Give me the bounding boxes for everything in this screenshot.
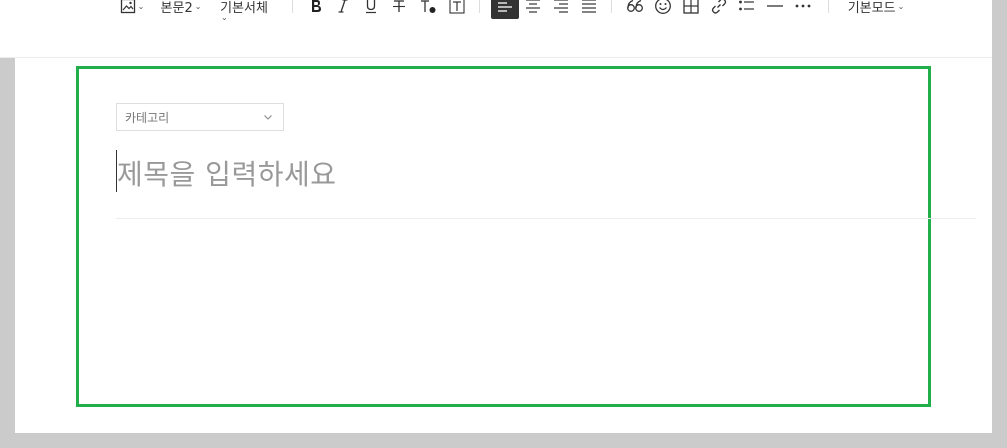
chevron-down-icon: ⌄ [221,13,228,22]
align-justify-icon [582,0,596,13]
table-icon [683,0,699,14]
toolbar-divider [611,0,612,13]
align-justify-button[interactable] [578,0,600,17]
bold-icon [312,0,321,12]
italic-button[interactable] [333,0,353,17]
emoji-icon [655,0,671,14]
editor-mode-label: 기본모드 [847,0,896,16]
chevron-down-icon: ⌄ [137,1,145,11]
editor-mode-select[interactable]: 기본모드 ⌄ [845,0,907,17]
text-color-button[interactable] [417,0,439,17]
paragraph-style-select[interactable]: 본문2 ⌄ [158,0,204,17]
strikethrough-button[interactable] [389,0,409,17]
strikethrough-icon [393,0,405,12]
underline-button[interactable] [361,0,381,17]
list-icon [739,0,754,11]
align-right-button[interactable] [550,0,572,17]
align-right-icon [554,0,568,13]
more-button[interactable] [792,0,814,17]
chevron-down-icon: ⌄ [897,1,905,11]
link-button[interactable] [708,0,730,17]
italic-icon [338,0,348,13]
paragraph-style-label: 본문2 [160,0,193,16]
chevron-down-icon [264,115,272,120]
image-icon [120,0,135,14]
text-background-button[interactable] [446,0,468,17]
more-icon [795,4,811,8]
toolbar-divider [292,0,293,13]
category-placeholder: 카테고리 [125,110,170,125]
bold-button[interactable] [306,0,326,17]
horizontal-line-button[interactable] [764,0,786,17]
align-left-icon [498,2,512,12]
emoji-button[interactable] [652,0,674,17]
chevron-down-icon: ⌄ [194,1,202,11]
align-left-button[interactable] [491,0,519,19]
divider-icon [767,5,783,7]
category-select[interactable]: 카테고리 [116,103,284,131]
text-color-icon [421,0,436,13]
insert-image-button[interactable]: ⌄ [118,0,146,17]
align-center-icon [526,0,540,13]
link-icon [711,0,727,14]
toolbar-divider [479,0,480,13]
title-divider [116,218,976,219]
align-center-button[interactable] [522,0,544,17]
toolbar-divider [828,0,829,13]
quote-icon [627,0,643,12]
text-background-icon [449,0,465,14]
font-family-select[interactable]: 기본서체 ⌄ [215,0,273,23]
table-button[interactable] [680,0,702,17]
quote-button[interactable] [624,0,646,17]
underline-icon [366,0,376,14]
editor-toolbar: ⌄ 본문2 ⌄ 기본서체 ⌄ 기본모드 ⌄ [0,0,992,58]
title-input[interactable]: 제목을 입력하세요 [117,153,336,193]
list-button[interactable] [736,0,758,17]
